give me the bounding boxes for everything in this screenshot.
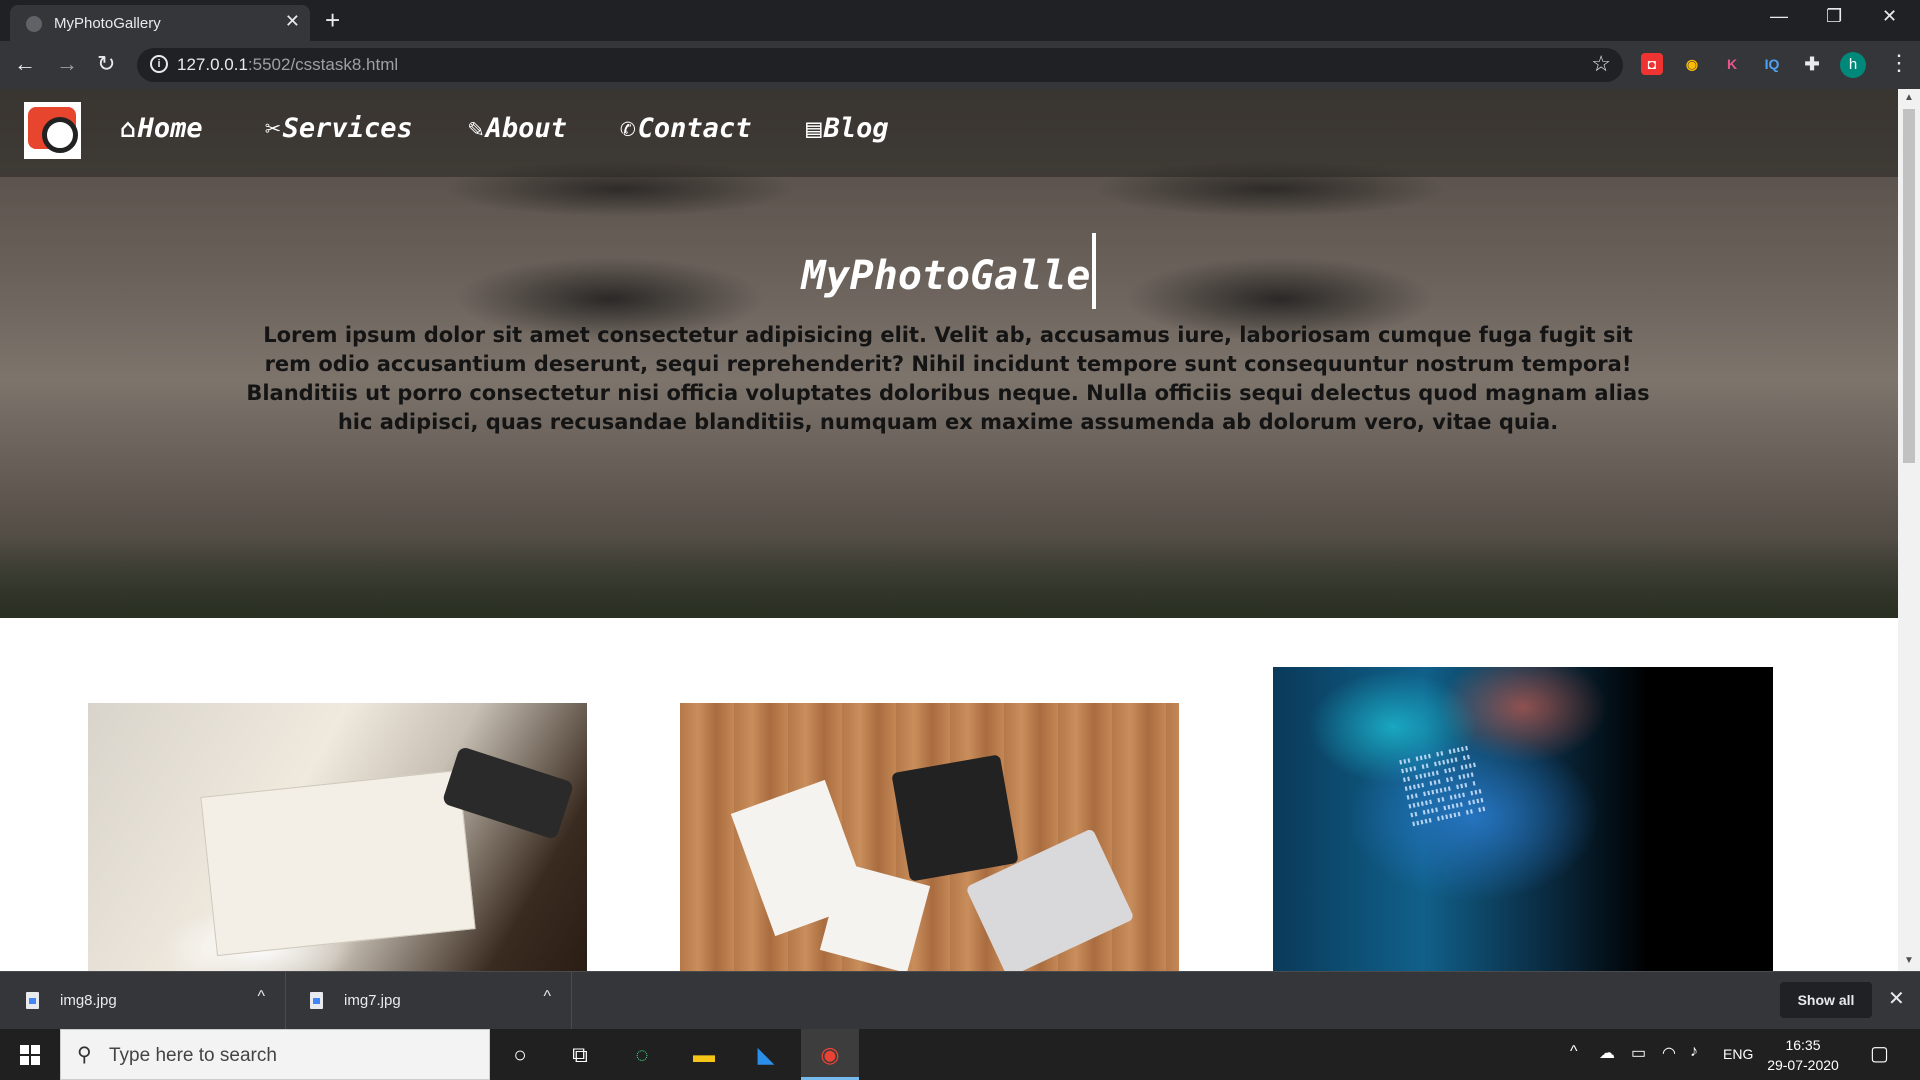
downloads-bar: img8.jpg ^ img7.jpg ^ Show all ✕: [0, 971, 1920, 1030]
info-icon[interactable]: i: [150, 55, 168, 73]
clock[interactable]: 16:35 29-07-2020: [1758, 1035, 1848, 1075]
hero-backdrop: [0, 538, 1898, 618]
globe-icon: [26, 16, 42, 32]
back-arrow-icon[interactable]: ←: [14, 51, 36, 77]
camera-lens-icon: [42, 117, 78, 153]
gallery-image-code[interactable]: ▮▮▮ ▮▮▮▮ ▮▮ ▮▮▮▮▮ ▮▮▮▮ ▮▮ ▮▮▮▮▮▮ ▮▮ ▮▮ ▮…: [1273, 667, 1773, 971]
new-tab-button[interactable]: +: [325, 6, 340, 34]
onedrive-icon[interactable]: ☁: [1599, 1043, 1615, 1063]
task-view-icon[interactable]: ⧉: [551, 1029, 609, 1080]
file-explorer-icon[interactable]: ▬: [675, 1029, 733, 1080]
gallery-image-planner[interactable]: [88, 703, 587, 971]
pocket-extension-icon[interactable]: ◘: [1641, 53, 1663, 75]
url-text[interactable]: 127.0.0.1:5502/csstask8.html: [177, 55, 398, 75]
camera-logo[interactable]: [24, 102, 81, 159]
window-close-icon[interactable]: ✕: [1882, 6, 1897, 27]
search-placeholder: Type here to search: [109, 1045, 277, 1066]
file-icon: [310, 992, 323, 1009]
show-all-button[interactable]: Show all: [1780, 982, 1872, 1018]
chevron-up-icon[interactable]: ^: [543, 988, 551, 1006]
clock-time: 16:35: [1785, 1037, 1821, 1053]
search-icon: ⚲: [77, 1044, 92, 1066]
taskbar-search-box[interactable]: ⚲ Type here to search: [60, 1029, 490, 1080]
notebook-shape: [200, 769, 476, 957]
windows-taskbar: ⚲ Type here to search ○ ⧉ ◌ ▬ ◣ ◉ ^ ☁ ▭ …: [0, 1029, 1920, 1080]
scroll-down-icon[interactable]: ▼: [1904, 955, 1914, 966]
gallery-image-workspace[interactable]: [680, 703, 1179, 971]
download-filename: img8.jpg: [60, 992, 117, 1009]
home-icon: ⌂: [120, 113, 136, 144]
tray-chevron-up-icon[interactable]: ^: [1570, 1043, 1578, 1061]
minimize-icon[interactable]: —: [1770, 6, 1788, 27]
nav-home[interactable]: ⌂ Home: [120, 113, 203, 144]
wifi-icon[interactable]: ◠: [1662, 1043, 1676, 1063]
windows-start-icon[interactable]: [20, 1045, 40, 1065]
extension-icon[interactable]: ◉: [1681, 53, 1703, 75]
navbar: ⌂ Home ✂ Services ✎ About ✆ Contact ▤ Bl…: [0, 89, 1898, 177]
battery-icon[interactable]: ▭: [1631, 1043, 1646, 1063]
forward-arrow-icon[interactable]: →: [56, 51, 78, 77]
chrome-icon[interactable]: ◉: [801, 1029, 859, 1080]
page-viewport: ⌂ Home ✂ Services ✎ About ✆ Contact ▤ Bl…: [0, 89, 1898, 971]
nav-services[interactable]: ✂ Services: [265, 113, 413, 144]
download-filename: img7.jpg: [344, 992, 401, 1009]
download-item[interactable]: img7.jpg ^: [286, 972, 572, 1030]
browser-toolbar: ← → ↻ i 127.0.0.1:5502/csstask8.html ☆ ◘…: [0, 41, 1920, 89]
download-item[interactable]: img8.jpg ^: [0, 972, 286, 1030]
address-bar[interactable]: i 127.0.0.1:5502/csstask8.html ☆: [137, 48, 1623, 82]
chrome-menu-icon[interactable]: ⋮: [1888, 50, 1910, 76]
notifications-icon[interactable]: ▢: [1870, 1041, 1889, 1066]
hero-paragraph: Lorem ipsum dolor sit amet consectetur a…: [246, 323, 1650, 434]
tablet-shape: [891, 754, 1019, 882]
nav-about[interactable]: ✎ About: [468, 113, 567, 144]
vscode-icon[interactable]: ◣: [737, 1029, 795, 1080]
profile-avatar[interactable]: h: [1840, 52, 1866, 78]
restore-icon[interactable]: ❐: [1826, 6, 1842, 27]
file-icon: [26, 992, 39, 1009]
puzzle-extensions-icon[interactable]: ✚: [1801, 53, 1823, 75]
scroll-thumb[interactable]: [1903, 109, 1915, 463]
phone-icon: ✆: [620, 113, 636, 144]
iq-extension-icon[interactable]: IQ: [1761, 53, 1783, 75]
reload-icon[interactable]: ↻: [97, 51, 115, 77]
volume-icon[interactable]: ♪: [1690, 1043, 1698, 1061]
page-scrollbar[interactable]: ▲ ▼: [1898, 89, 1920, 971]
close-downloads-icon[interactable]: ✕: [1888, 986, 1905, 1011]
hero-section: ⌂ Home ✂ Services ✎ About ✆ Contact ▤ Bl…: [0, 89, 1898, 618]
language-indicator[interactable]: ENG: [1723, 1046, 1753, 1062]
tab-close-icon[interactable]: ✕: [285, 11, 300, 32]
typing-caret: [1092, 233, 1097, 309]
clock-date: 29-07-2020: [1767, 1057, 1839, 1073]
document-icon: ▤: [806, 113, 822, 144]
tab-title: MyPhotoGallery: [54, 15, 161, 32]
tools-icon: ✂: [265, 113, 281, 144]
chevron-up-icon[interactable]: ^: [257, 988, 265, 1006]
tab-strip: MyPhotoGallery ✕ + — ❐ ✕: [0, 0, 1920, 41]
k-extension-icon[interactable]: K: [1721, 53, 1743, 75]
cortana-icon[interactable]: ○: [491, 1029, 549, 1080]
pin-icon: ✎: [468, 113, 484, 144]
nav-blog[interactable]: ▤ Blog: [806, 113, 889, 144]
hero-title: MyPhotoGalle: [0, 233, 1898, 309]
loading-app-icon[interactable]: ◌: [613, 1029, 671, 1080]
code-texture: ▮▮▮ ▮▮▮▮ ▮▮ ▮▮▮▮▮ ▮▮▮▮ ▮▮ ▮▮▮▮▮▮ ▮▮ ▮▮ ▮…: [1397, 743, 1487, 829]
nav-contact[interactable]: ✆ Contact: [620, 113, 751, 144]
scroll-up-icon[interactable]: ▲: [1904, 92, 1914, 103]
bookmark-star-icon[interactable]: ☆: [1591, 51, 1611, 77]
browser-tab[interactable]: MyPhotoGallery ✕: [10, 5, 310, 41]
